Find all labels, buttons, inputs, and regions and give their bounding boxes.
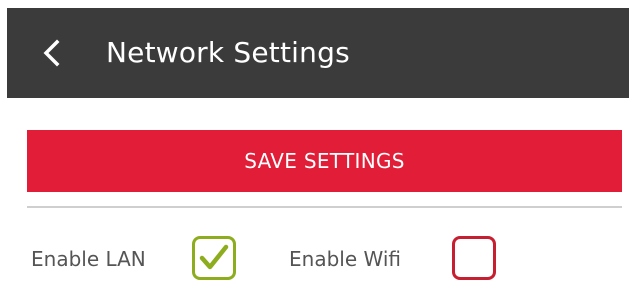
chevron-left-icon <box>43 39 60 67</box>
enable-lan-checkbox[interactable] <box>192 236 236 280</box>
app-header: Network Settings <box>7 8 629 98</box>
enable-wifi-checkbox[interactable] <box>452 236 496 280</box>
enable-wifi-label: Enable Wifi <box>289 247 401 271</box>
save-settings-button[interactable]: SAVE SETTINGS <box>27 130 622 192</box>
checkmark-icon <box>199 244 229 270</box>
divider <box>27 206 622 208</box>
page-title: Network Settings <box>106 36 350 69</box>
back-button[interactable] <box>37 36 67 70</box>
network-settings-screen: Network Settings SAVE SETTINGS Enable LA… <box>0 0 637 282</box>
enable-lan-label: Enable LAN <box>31 247 146 271</box>
